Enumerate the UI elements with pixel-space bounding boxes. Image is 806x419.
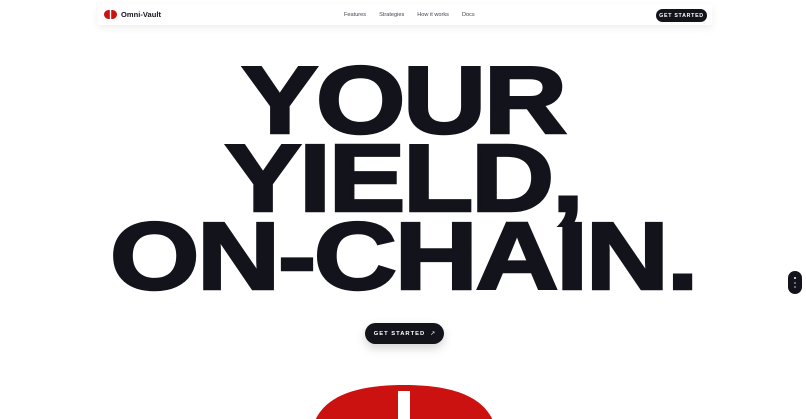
brand[interactable]: Omni-Vault — [104, 4, 161, 25]
vault-logo-icon — [104, 10, 117, 19]
hero-title-line-3: ON-CHAIN. — [108, 203, 700, 310]
arrow-up-right-icon: ↗ — [430, 330, 436, 337]
get-started-hero-button[interactable]: GET STARTED ↗ — [365, 323, 444, 344]
nav-link-features[interactable]: Features — [344, 12, 366, 18]
nav-links: Features Strategies How it works Docs — [344, 4, 475, 25]
hero-title: YOUR YIELD, ON-CHAIN. — [0, 51, 806, 310]
vault-hero-graphic — [315, 385, 493, 419]
get-started-nav-button[interactable]: GET STARTED — [656, 9, 707, 22]
nav-link-docs[interactable]: Docs — [462, 12, 475, 18]
section-nav-dot[interactable] — [794, 286, 796, 288]
section-nav-pill[interactable] — [788, 271, 802, 294]
get-started-hero-label: GET STARTED — [373, 330, 426, 337]
section-nav-dot[interactable] — [794, 281, 796, 284]
nav-link-how-it-works[interactable]: How it works — [417, 12, 449, 18]
nav-link-strategies[interactable]: Strategies — [379, 12, 404, 18]
top-navbar: Omni-Vault Features Strategies How it wo… — [98, 4, 712, 25]
brand-name: Omni-Vault — [121, 10, 162, 19]
section-nav-dot[interactable] — [794, 277, 796, 279]
